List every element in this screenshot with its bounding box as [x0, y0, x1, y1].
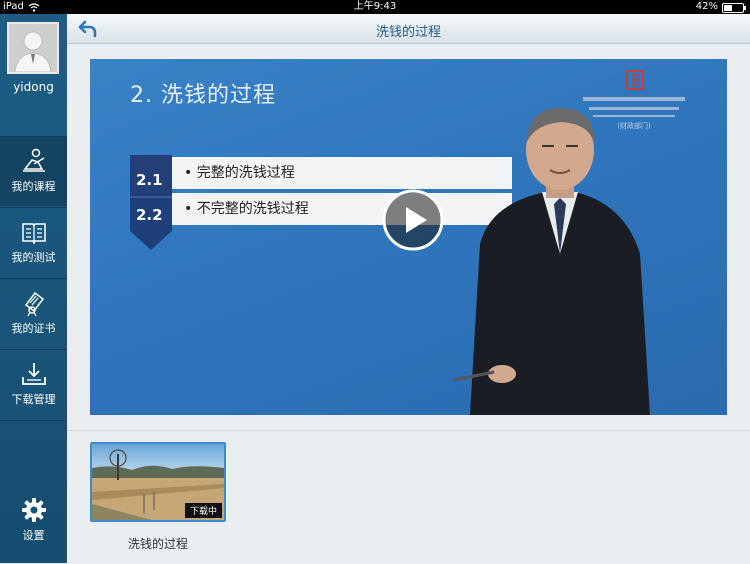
- battery-percent: 42%: [695, 1, 718, 12]
- certificate-icon: [24, 291, 44, 317]
- downloading-badge: 下载中: [184, 503, 222, 518]
- nav-label: 我的证书: [11, 322, 56, 335]
- nav-label: 下载管理: [11, 393, 56, 406]
- status-time: 上午9:43: [353, 1, 397, 12]
- download-tray-icon: [21, 363, 46, 385]
- play-button[interactable]: [382, 189, 444, 251]
- video-area: 2. 洗钱的过程 2.1 2.2 • 完整的洗钱过程 • 不完整的洗钱过程 (财…: [67, 44, 750, 430]
- sidebar: yidong 我的课程 我的测试 我的证书 下载管理 设置: [0, 14, 67, 563]
- nav-item-download-manager[interactable]: 下载管理: [0, 349, 67, 419]
- nav-item-my-courses[interactable]: 我的课程: [0, 136, 67, 206]
- battery-icon: [722, 3, 746, 13]
- username: yidong: [13, 80, 54, 94]
- slide-number-2: 2.2: [136, 206, 163, 224]
- nav-label: 我的测试: [11, 251, 56, 264]
- gear-icon: [21, 498, 46, 522]
- top-bar: 洗钱的过程: [67, 14, 750, 44]
- download-item-caption: 洗钱的过程: [127, 537, 188, 551]
- presenter-figure: [453, 107, 650, 415]
- slide-number-markers: [130, 155, 172, 250]
- avatar[interactable]: [7, 22, 59, 74]
- nav-divider: [0, 420, 67, 421]
- open-book-icon: [21, 223, 46, 245]
- page-title: 洗钱的过程: [375, 25, 441, 40]
- nav-item-my-tests[interactable]: 我的测试: [0, 207, 67, 277]
- settings-button[interactable]: 设置: [0, 490, 67, 560]
- status-bar: iPad 上午9:43 42%: [0, 0, 750, 14]
- download-list: 下载中 洗钱的过程: [67, 430, 750, 564]
- video-player[interactable]: 2. 洗钱的过程 2.1 2.2 • 完整的洗钱过程 • 不完整的洗钱过程 (财…: [90, 59, 727, 415]
- slide-title: 2. 洗钱的过程: [130, 83, 276, 108]
- nav-label: 我的课程: [11, 180, 56, 193]
- nav-item-my-certificates[interactable]: 我的证书: [0, 278, 67, 348]
- user-avatar-icon: [9, 24, 57, 72]
- settings-label: 设置: [22, 529, 45, 542]
- download-item-thumbnail[interactable]: 下载中: [90, 442, 226, 522]
- slide-number-1: 2.1: [136, 171, 163, 189]
- course-reader-icon: [22, 148, 45, 172]
